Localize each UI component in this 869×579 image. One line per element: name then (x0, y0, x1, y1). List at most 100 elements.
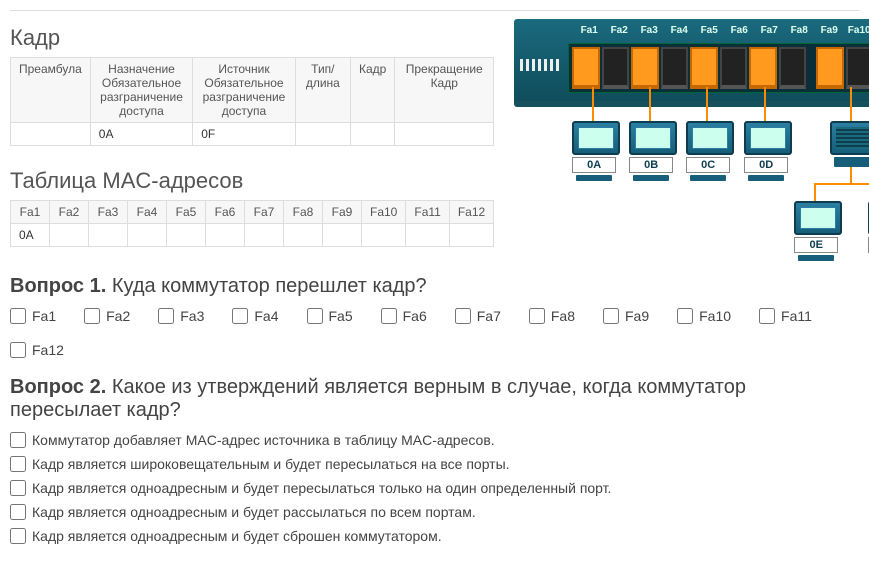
mac-th: Fa3 (89, 201, 128, 224)
mac-td (284, 224, 323, 247)
frame-table: Преамбула Назначение Обязательное разгра… (10, 57, 494, 146)
q1-checkbox[interactable] (759, 308, 775, 324)
q1-checkbox[interactable] (307, 308, 323, 324)
switch-port (720, 47, 748, 89)
switch-port (661, 47, 689, 89)
mac-td (89, 224, 128, 247)
mac-th: Fa5 (167, 201, 206, 224)
frame-td-data (350, 123, 394, 146)
switch-port-label: Fa7 (754, 25, 784, 36)
switch: Fa1Fa2Fa3Fa4Fa5Fa6Fa7Fa8Fa9Fa10Fa11Fa12 (514, 19, 869, 107)
mac-th: Fa9 (323, 201, 362, 224)
q1-option[interactable]: Fa1 (10, 308, 56, 324)
q1-title: Вопрос 1. Куда коммутатор перешлет кадр? (10, 275, 859, 298)
mac-th: Fa6 (206, 201, 245, 224)
q1-checkbox[interactable] (677, 308, 693, 324)
q1-checkbox[interactable] (10, 342, 26, 358)
switch-port (572, 47, 600, 89)
q2-option[interactable]: Кадр является широковещательным и будет … (10, 456, 859, 472)
host-0A: 0A (572, 121, 616, 181)
mac-td (50, 224, 89, 247)
frame-td-dest: 0A (90, 123, 192, 146)
mac-td (245, 224, 284, 247)
mac-section-title: Таблица MAC-адресов (10, 168, 494, 194)
switch-port (749, 47, 777, 89)
mac-td (362, 224, 406, 247)
q1-option[interactable]: Fa4 (232, 308, 278, 324)
frame-th-data: Кадр (350, 58, 394, 123)
q1-checkbox[interactable] (232, 308, 248, 324)
mac-th: Fa4 (128, 201, 167, 224)
switch-port-label: Fa2 (604, 25, 634, 36)
frame-td-type (295, 123, 350, 146)
q2-checkbox[interactable] (10, 480, 26, 496)
mac-th: Fa11 (406, 201, 449, 224)
switch-port (816, 47, 844, 89)
host-0D: 0D (744, 121, 788, 181)
q1-checkbox[interactable] (455, 308, 471, 324)
q1-checkbox[interactable] (158, 308, 174, 324)
q1-option[interactable]: Fa10 (677, 308, 731, 324)
host-0B: 0B (629, 121, 673, 181)
frame-th-dest: Назначение Обязательное разграничение до… (90, 58, 192, 123)
host-0E: 0E (794, 201, 838, 261)
mac-th: Fa7 (245, 201, 284, 224)
switch-port-label: Fa10 (844, 25, 869, 36)
q1-checkbox[interactable] (84, 308, 100, 324)
q1-option[interactable]: Fa3 (158, 308, 204, 324)
q2-title: Вопрос 2. Какое из утверждений является … (10, 376, 859, 422)
mac-td (206, 224, 245, 247)
q1-checkbox[interactable] (603, 308, 619, 324)
mac-td (167, 224, 206, 247)
frame-th-fcs: Прекращение Кадр (395, 58, 494, 123)
q2-checkbox[interactable] (10, 456, 26, 472)
frame-td-fcs (395, 123, 494, 146)
switch-port-label: Fa5 (694, 25, 724, 36)
q2-option[interactable]: Кадр является одноадресным и будет перес… (10, 480, 859, 496)
q2-checkbox[interactable] (10, 504, 26, 520)
mac-td (323, 224, 362, 247)
q1-options: Fa1 Fa2 Fa3 Fa4 Fa5 Fa6 Fa7 Fa8 Fa9 Fa10 Fa11 Fa12 (10, 308, 859, 358)
switch-port (846, 47, 869, 89)
network-diagram: Fa1Fa2Fa3Fa4Fa5Fa6Fa7Fa8Fa9Fa10Fa11Fa12 … (514, 17, 869, 257)
frame-section-title: Кадр (10, 25, 494, 51)
mac-th: Fa12 (449, 201, 493, 224)
mac-td (406, 224, 449, 247)
switch-port-label: Fa3 (634, 25, 664, 36)
mac-th: Fa1 (11, 201, 50, 224)
q2-checkbox[interactable] (10, 528, 26, 544)
frame-th-src: Источник Обязательное разграничение дост… (193, 58, 295, 123)
mac-th: Fa8 (284, 201, 323, 224)
hub (830, 121, 869, 167)
mac-td (449, 224, 493, 247)
q1-option[interactable]: Fa7 (455, 308, 501, 324)
q1-checkbox[interactable] (529, 308, 545, 324)
q2-options: Коммутатор добавляет MAC-адрес источника… (10, 432, 859, 544)
q1-option[interactable]: Fa9 (603, 308, 649, 324)
q1-option[interactable]: Fa6 (381, 308, 427, 324)
q1-option[interactable]: Fa5 (307, 308, 353, 324)
q2-option[interactable]: Кадр является одноадресным и будет рассы… (10, 504, 859, 520)
mac-th: Fa2 (50, 201, 89, 224)
mac-td: 0A (11, 224, 50, 247)
q1-option[interactable]: Fa8 (529, 308, 575, 324)
frame-td-src: 0F (193, 123, 295, 146)
host-0C: 0C (686, 121, 730, 181)
switch-port (631, 47, 659, 89)
switch-port (602, 47, 630, 89)
q1-checkbox[interactable] (381, 308, 397, 324)
q2-checkbox[interactable] (10, 432, 26, 448)
q1-option[interactable]: Fa12 (10, 342, 64, 358)
mac-table: Fa1Fa2Fa3Fa4Fa5Fa6Fa7Fa8Fa9Fa10Fa11Fa12 … (10, 200, 494, 247)
mac-td (128, 224, 167, 247)
switch-port-label: Fa6 (724, 25, 754, 36)
switch-port (779, 47, 807, 89)
switch-port-label: Fa8 (784, 25, 814, 36)
q1-checkbox[interactable] (10, 308, 26, 324)
q2-option[interactable]: Кадр является одноадресным и будет сброш… (10, 528, 859, 544)
switch-port-label: Fa9 (814, 25, 844, 36)
frame-td-preamble (11, 123, 91, 146)
q1-option[interactable]: Fa11 (759, 308, 812, 324)
q1-option[interactable]: Fa2 (84, 308, 130, 324)
q2-option[interactable]: Коммутатор добавляет MAC-адрес источника… (10, 432, 859, 448)
